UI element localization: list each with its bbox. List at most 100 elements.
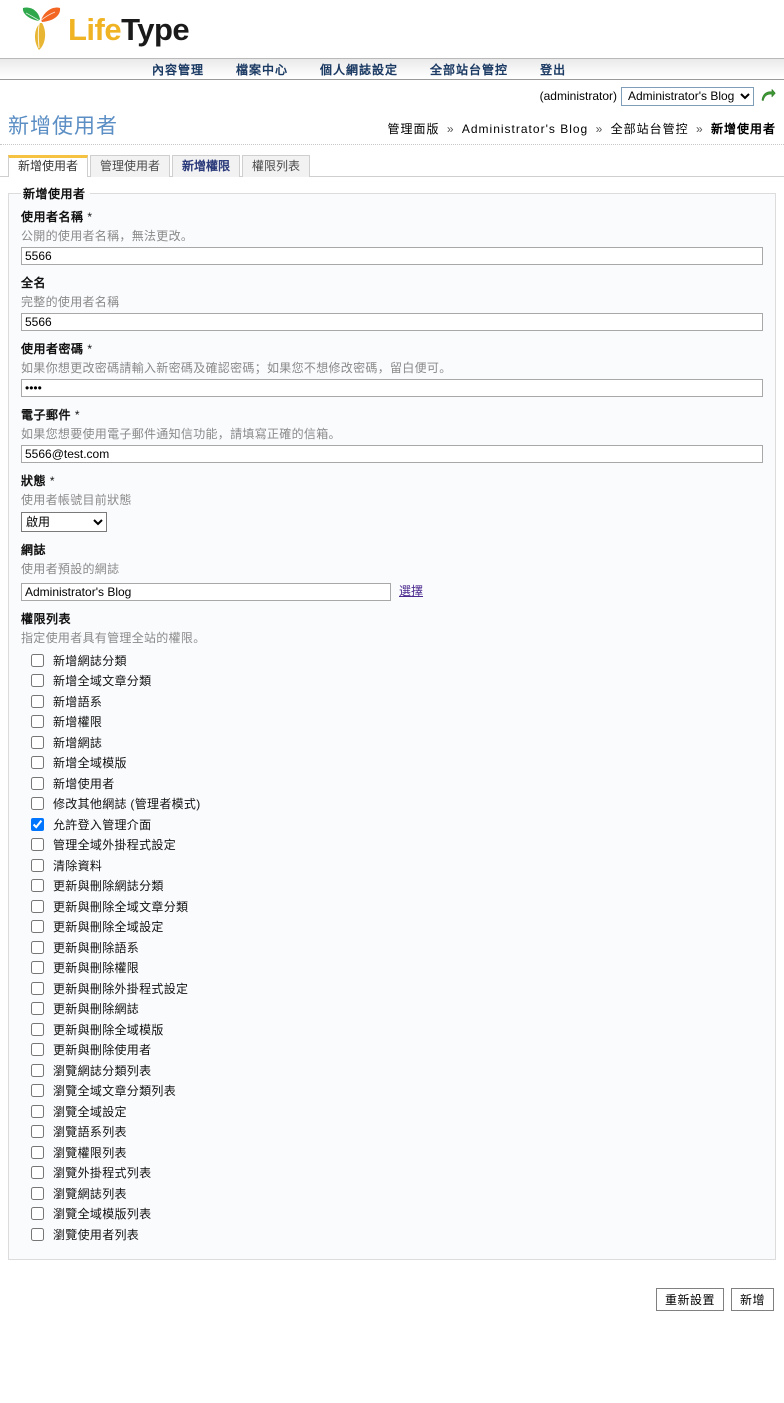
nav-item-logout[interactable]: 登出 [540, 61, 566, 78]
permission-checkbox[interactable] [31, 1186, 44, 1200]
permission-row: 新增語系 [31, 691, 763, 712]
hint-password: 如果你想更改密碼請輸入新密碼及確認密碼；如果您不想修改密碼，留白便可。 [21, 361, 452, 375]
blog-pick-link[interactable]: 選擇 [399, 582, 423, 599]
permission-label[interactable]: 新增使用者 [53, 775, 115, 792]
permission-checkbox[interactable] [31, 838, 44, 852]
permission-label[interactable]: 瀏覽全域模版列表 [53, 1205, 151, 1222]
permission-label[interactable]: 新增全域模版 [53, 754, 127, 771]
permission-checkbox[interactable] [31, 817, 44, 831]
tab-permission-list[interactable]: 權限列表 [242, 155, 311, 177]
lifetype-logo: LifeType [18, 5, 190, 53]
permission-checkbox[interactable] [31, 858, 44, 872]
permission-checkbox[interactable] [31, 1125, 44, 1139]
breadcrumb-item-blog[interactable]: Administrator's Blog [462, 122, 588, 136]
page-title: 新增使用者 [8, 115, 118, 138]
status-select[interactable]: 啟用 [21, 512, 107, 532]
permission-row: 新增使用者 [31, 773, 763, 794]
tab-add-permission[interactable]: 新增權限 [172, 155, 241, 177]
permission-row: 更新與刪除外掛程式設定 [31, 978, 763, 999]
breadcrumb-item-site-admin[interactable]: 全部站台管控 [611, 122, 689, 136]
password-input[interactable] [21, 379, 763, 397]
permission-label[interactable]: 更新與刪除權限 [53, 959, 139, 976]
permission-checkbox[interactable] [31, 694, 44, 708]
permission-label[interactable]: 更新與刪除使用者 [53, 1041, 151, 1058]
permission-checkbox[interactable] [31, 776, 44, 790]
hint-username: 公開的使用者名稱，無法更改。 [21, 229, 194, 243]
permission-label[interactable]: 新增權限 [53, 713, 102, 730]
permission-checkbox[interactable] [31, 756, 44, 770]
permission-row: 允許登入管理介面 [31, 814, 763, 835]
permission-checkbox[interactable] [31, 1104, 44, 1118]
nav-item-content-management[interactable]: 內容管理 [152, 61, 204, 78]
permission-label[interactable]: 更新與刪除語系 [53, 939, 139, 956]
permission-checkbox[interactable] [31, 797, 44, 811]
permission-checkbox[interactable] [31, 920, 44, 934]
permission-label[interactable]: 瀏覽使用者列表 [53, 1226, 139, 1243]
email-input[interactable] [21, 445, 763, 463]
breadcrumb-separator: » [595, 122, 604, 136]
permission-checkbox[interactable] [31, 1063, 44, 1077]
permission-label[interactable]: 允許登入管理介面 [53, 816, 151, 833]
hint-permissions: 指定使用者具有管理全站的權限。 [21, 631, 206, 645]
nav-item-file-center[interactable]: 檔案中心 [236, 61, 288, 78]
permission-checkbox[interactable] [31, 1145, 44, 1159]
permission-label[interactable]: 更新與刪除全域文章分類 [53, 898, 188, 915]
permission-checkbox[interactable] [31, 1022, 44, 1036]
permission-checkbox[interactable] [31, 940, 44, 954]
blog-select[interactable]: Administrator's Blog [621, 86, 754, 106]
permission-checkbox[interactable] [31, 1207, 44, 1221]
green-arrow-icon[interactable] [760, 88, 776, 104]
permission-label[interactable]: 新增語系 [53, 693, 102, 710]
permission-label[interactable]: 更新與刪除全域設定 [53, 918, 164, 935]
permission-checkbox[interactable] [31, 653, 44, 667]
logo-text-type: Type [121, 11, 190, 47]
permission-label[interactable]: 瀏覽全域設定 [53, 1103, 127, 1120]
nav-item-site-admin[interactable]: 全部站台管控 [430, 61, 508, 78]
permission-checkbox[interactable] [31, 879, 44, 893]
tab-add-user[interactable]: 新增使用者 [8, 155, 89, 177]
permission-label[interactable]: 瀏覽外掛程式列表 [53, 1164, 151, 1181]
permission-label[interactable]: 瀏覽權限列表 [53, 1144, 127, 1161]
permission-checkbox[interactable] [31, 674, 44, 688]
permission-label[interactable]: 新增網誌 [53, 734, 102, 751]
permission-checkbox[interactable] [31, 981, 44, 995]
blog-input[interactable] [21, 583, 391, 601]
breadcrumb-item-admin-panel[interactable]: 管理面版 [387, 122, 439, 136]
permission-label[interactable]: 新增網誌分類 [53, 652, 127, 669]
permission-checkbox[interactable] [31, 1166, 44, 1180]
username-input[interactable] [21, 247, 763, 265]
permission-label[interactable]: 清除資料 [53, 857, 102, 874]
permission-label[interactable]: 更新與刪除網誌 [53, 1000, 139, 1017]
permission-label[interactable]: 瀏覽網誌分類列表 [53, 1062, 151, 1079]
submit-add-button[interactable]: 新增 [730, 1287, 774, 1311]
permission-label[interactable]: 瀏覽全域文章分類列表 [53, 1082, 176, 1099]
permission-label[interactable]: 瀏覽語系列表 [53, 1123, 127, 1140]
field-password: 使用者密碼 * 如果你想更改密碼請輸入新密碼及確認密碼；如果您不想修改密碼，留白… [21, 340, 763, 397]
permission-label[interactable]: 更新與刪除網誌分類 [53, 877, 164, 894]
permission-checkbox[interactable] [31, 735, 44, 749]
permission-label[interactable]: 修改其他網誌 (管理者模式) [53, 795, 201, 812]
label-username: 使用者名稱 * [21, 210, 93, 224]
permission-checkbox[interactable] [31, 715, 44, 729]
tab-manage-users[interactable]: 管理使用者 [90, 155, 171, 177]
permission-row: 清除資料 [31, 855, 763, 876]
label-email: 電子郵件 * [21, 408, 81, 422]
logo-text-life: Life [68, 11, 122, 47]
permission-row: 瀏覽網誌列表 [31, 1183, 763, 1204]
hint-fullname: 完整的使用者名稱 [21, 295, 120, 309]
permission-checkbox[interactable] [31, 1002, 44, 1016]
permission-checkbox[interactable] [31, 1084, 44, 1098]
permission-row: 瀏覽全域設定 [31, 1101, 763, 1122]
permission-label[interactable]: 更新與刪除全域模版 [53, 1021, 164, 1038]
permission-checkbox[interactable] [31, 961, 44, 975]
reset-button[interactable]: 重新設置 [655, 1287, 724, 1311]
permission-label[interactable]: 更新與刪除外掛程式設定 [53, 980, 188, 997]
permission-label[interactable]: 新增全域文章分類 [53, 672, 151, 689]
fullname-input[interactable] [21, 313, 763, 331]
permission-label[interactable]: 瀏覽網誌列表 [53, 1185, 127, 1202]
permission-label[interactable]: 管理全域外掛程式設定 [53, 836, 176, 853]
nav-item-blog-settings[interactable]: 個人網誌設定 [320, 61, 398, 78]
permission-checkbox[interactable] [31, 1227, 44, 1241]
permission-checkbox[interactable] [31, 899, 44, 913]
permission-checkbox[interactable] [31, 1043, 44, 1057]
